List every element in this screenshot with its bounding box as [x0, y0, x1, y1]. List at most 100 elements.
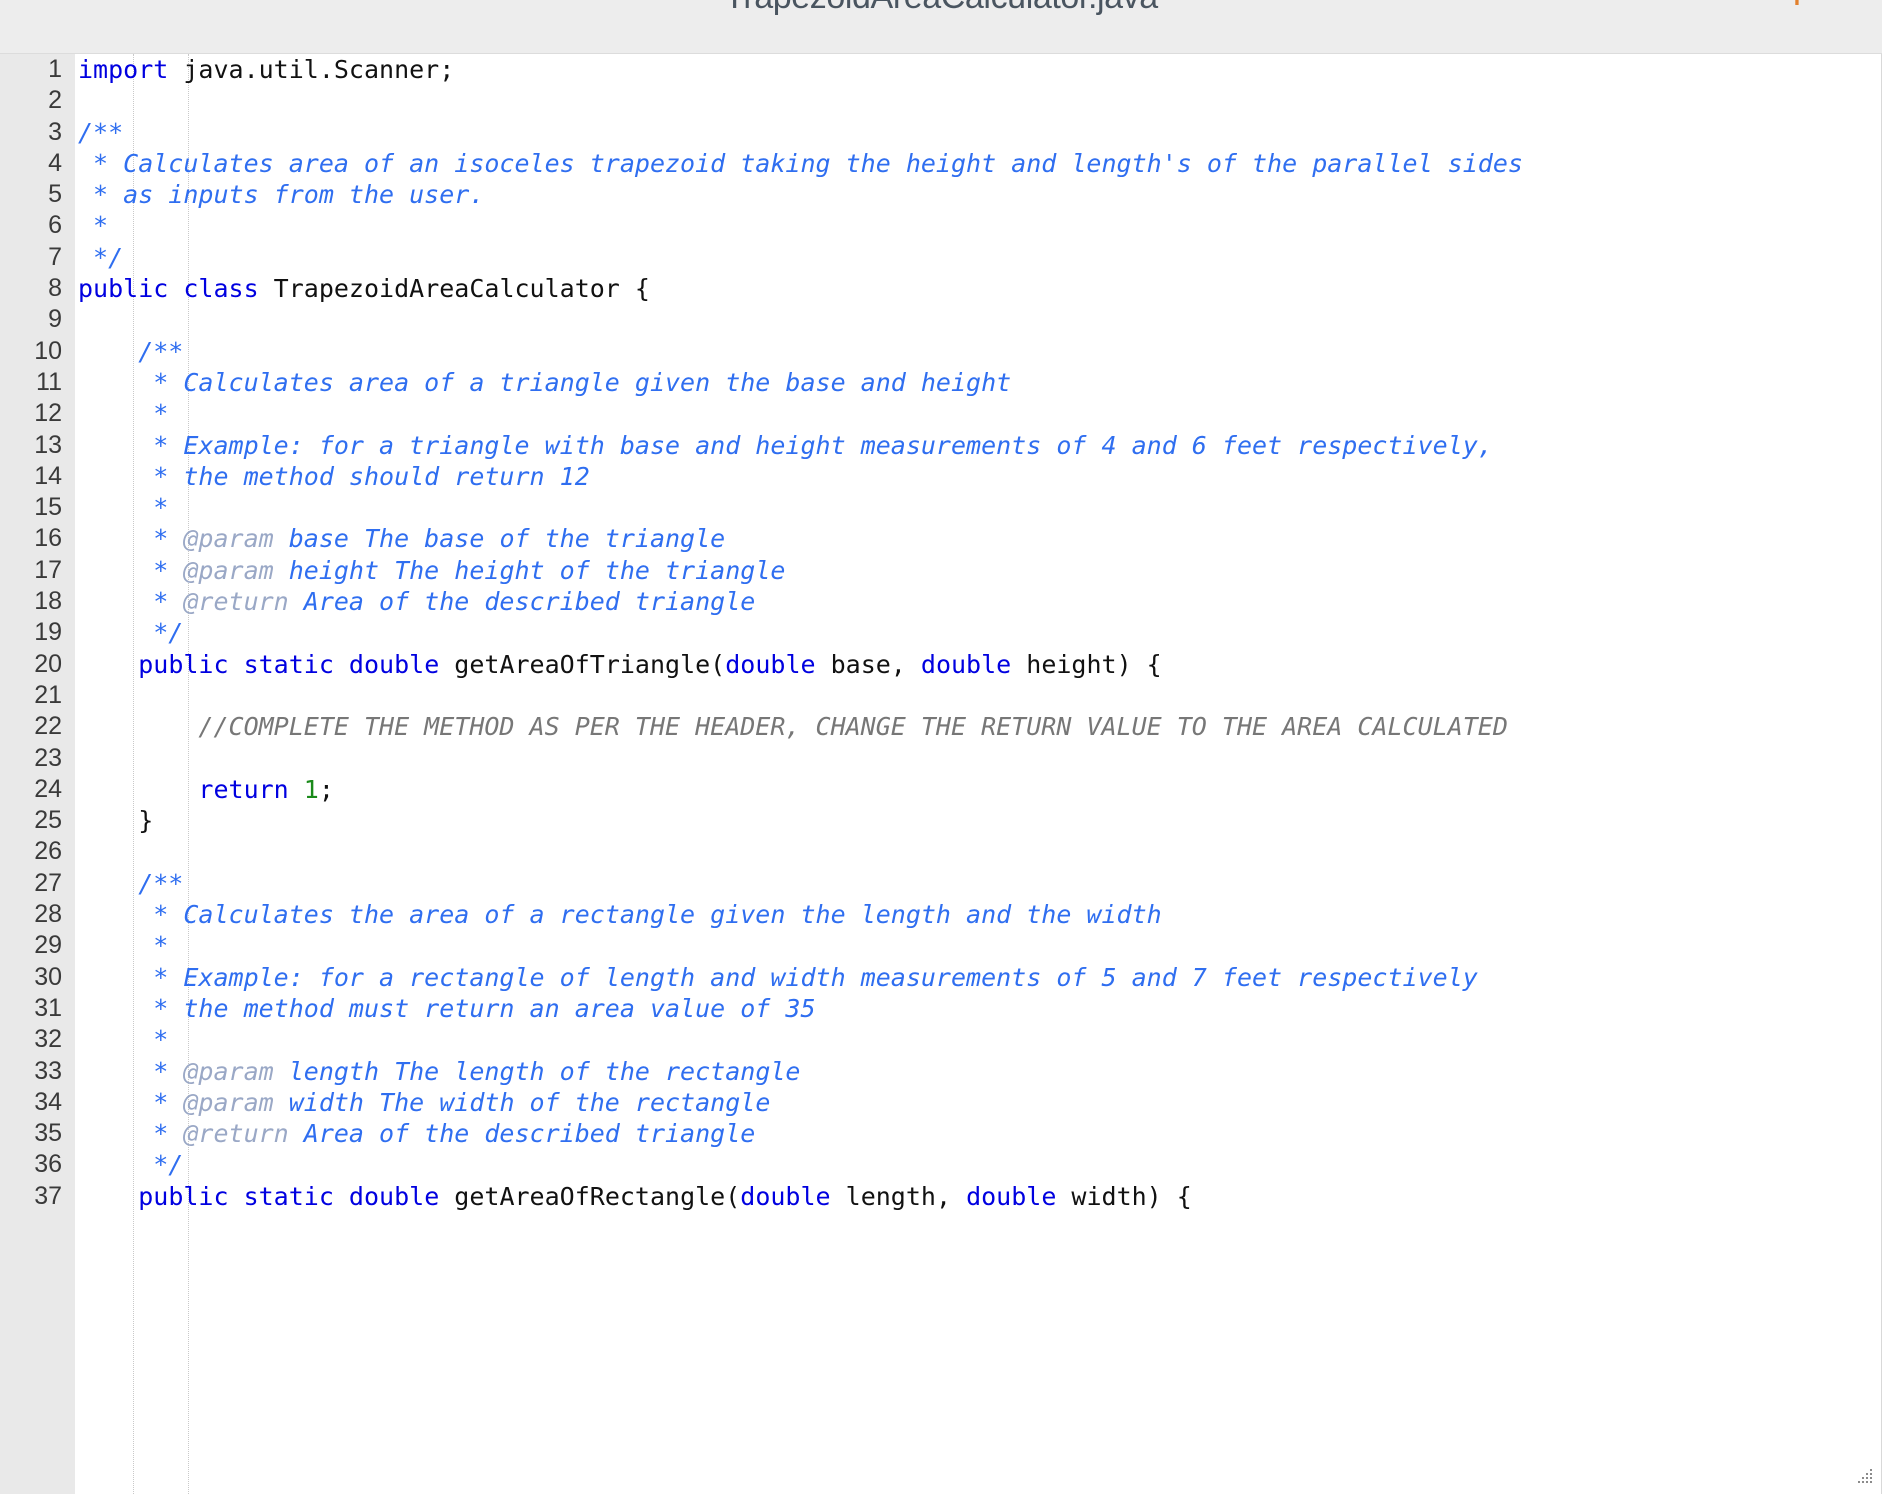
code-line[interactable]: 21 — [0, 680, 1881, 711]
code-line[interactable]: 19 */ — [0, 617, 1881, 648]
line-number: 13 — [34, 430, 62, 459]
code-line-text: * @return Area of the described triangle — [78, 1118, 755, 1149]
code-line[interactable]: 17 * @param height The height of the tri… — [0, 555, 1881, 586]
code-line[interactable]: 7 */ — [0, 242, 1881, 273]
resize-handle-icon[interactable] — [1853, 1466, 1875, 1488]
code-line[interactable]: 33 * @param length The length of the rec… — [0, 1056, 1881, 1087]
code-line[interactable]: 14 * the method should return 12 — [0, 461, 1881, 492]
code-line[interactable]: 25 } — [0, 805, 1881, 836]
code-line[interactable]: 15 * — [0, 492, 1881, 523]
code-line[interactable]: 13 * Example: for a triangle with base a… — [0, 430, 1881, 461]
code-line-text: /** — [78, 117, 123, 148]
line-number: 21 — [34, 680, 62, 709]
code-token-cmt: Area of the described triangle — [288, 1119, 756, 1149]
code-line[interactable]: 35 * @return Area of the described trian… — [0, 1118, 1881, 1149]
code-line[interactable]: 1 import java.util.Scanner; — [0, 54, 1881, 85]
code-line[interactable]: 31 * the method must return an area valu… — [0, 993, 1881, 1024]
load-default-template-button[interactable]: Load default template... — [1605, 0, 1868, 7]
code-token-tag: @param — [183, 1056, 274, 1086]
code-line[interactable]: 34 * @param width The width of the recta… — [0, 1087, 1881, 1118]
code-line[interactable]: 27 /** — [0, 868, 1881, 899]
code-line[interactable]: 36 */ — [0, 1149, 1881, 1180]
code-token-tag: @return — [183, 1119, 289, 1149]
line-number: 11 — [36, 367, 62, 396]
code-line-text: * as inputs from the user. — [78, 179, 484, 210]
line-number: 18 — [34, 587, 62, 616]
code-line[interactable]: 2 — [0, 85, 1881, 116]
code-token-cmt: * — [78, 1025, 169, 1055]
code-line-text: * @param height The height of the triang… — [78, 555, 785, 586]
code-token-cmt: * — [78, 211, 109, 241]
code-line[interactable]: 18 * @return Area of the described trian… — [0, 586, 1881, 617]
code-line-text: * @return Area of the described triangle — [78, 586, 755, 617]
code-line[interactable]: 4 * Calculates area of an isoceles trape… — [0, 148, 1881, 179]
code-token-cmt: * the method must return an area value o… — [78, 993, 816, 1023]
code-line-text: * — [78, 398, 168, 429]
line-number: 22 — [34, 712, 62, 741]
code-line[interactable]: 16 * @param base The base of the triangl… — [0, 523, 1881, 554]
code-line[interactable]: 10 /** — [0, 336, 1881, 367]
code-token-cmt: * — [78, 1056, 184, 1086]
code-line-text: * — [78, 492, 168, 523]
code-token-kw: public static double — [138, 1181, 440, 1211]
code-token-cmt: length The length of the rectangle — [273, 1056, 801, 1086]
code-token-cmt: * — [78, 931, 169, 961]
code-token-cmt: width The width of the rectangle — [273, 1087, 771, 1117]
code-token-plain: height) { — [1011, 649, 1162, 679]
code-token-cmt: * — [78, 1087, 184, 1117]
code-token-cmt: Area of the described triangle — [288, 587, 756, 617]
code-line[interactable]: 26 — [0, 836, 1881, 867]
code-lines-container[interactable]: 1 import java.util.Scanner; 2 3/** 4 * Calcu… — [0, 54, 1881, 1494]
code-line[interactable]: 32 * — [0, 1024, 1881, 1055]
line-number: 20 — [34, 649, 62, 678]
line-number: 16 — [34, 524, 62, 553]
line-number: 12 — [34, 399, 62, 428]
line-number: 27 — [34, 868, 62, 897]
line-number: 29 — [34, 931, 62, 960]
code-line-text: /** — [78, 336, 183, 367]
line-number: 25 — [34, 806, 62, 835]
code-line-text: */ — [78, 1149, 183, 1180]
code-line[interactable]: 9 — [0, 304, 1881, 335]
code-token-plain: getAreaOfRectangle( — [439, 1181, 741, 1211]
code-token-plain: java.util.Scanner; — [168, 55, 455, 84]
code-line[interactable]: 3 /** — [0, 117, 1881, 148]
code-token-tag: @param — [183, 555, 274, 585]
code-line-text: */ — [78, 242, 123, 273]
line-number: 17 — [34, 555, 62, 584]
code-token-cmt: * — [78, 587, 184, 617]
code-line[interactable]: 8 public class TrapezoidAreaCalculator { — [0, 273, 1881, 304]
code-token-plain: width) { — [1056, 1181, 1192, 1211]
code-token-cmt: * Example: for a triangle with base and … — [78, 430, 1493, 460]
line-number: 33 — [34, 1056, 62, 1085]
code-line[interactable]: 29 * — [0, 930, 1881, 961]
line-number: 28 — [34, 900, 62, 929]
code-line[interactable]: 5 * as inputs from the user. — [0, 179, 1881, 210]
code-line[interactable]: 23 — [0, 743, 1881, 774]
line-number: 2 — [48, 86, 62, 115]
code-line[interactable]: 20 public static double getAreaOfTriangl… — [0, 649, 1881, 680]
code-line-text: * Calculates area of an isoceles trapezo… — [78, 148, 1523, 179]
code-line[interactable]: 30 * Example: for a rectangle of length … — [0, 962, 1881, 993]
code-line[interactable]: 24 return 1; — [0, 774, 1881, 805]
code-line-text: * @param width The width of the rectangl… — [78, 1087, 770, 1118]
code-line-text: } — [78, 805, 153, 836]
code-token-cmt: * — [78, 399, 169, 429]
code-token-kw: import — [78, 55, 169, 84]
code-editor-pane[interactable]: 1 import java.util.Scanner; 2 3/** 4 * Calcu… — [0, 54, 1882, 1494]
code-line-text: * — [78, 210, 108, 241]
code-line-text: * — [78, 930, 168, 961]
code-line[interactable]: 22 //COMPLETE THE METHOD AS PER THE HEAD… — [0, 711, 1881, 742]
line-number: 31 — [34, 993, 62, 1022]
code-token-plain: } — [78, 806, 154, 836]
code-line[interactable]: 6 * — [0, 210, 1881, 241]
code-line[interactable]: 37 public static double getAreaOfRectang… — [0, 1181, 1881, 1212]
code-line[interactable]: 12 * — [0, 398, 1881, 429]
line-number: 37 — [34, 1181, 62, 1210]
code-token-cmt: */ — [78, 618, 184, 648]
code-token-plain: getAreaOfTriangle( — [439, 649, 726, 679]
code-line[interactable]: 11 * Calculates area of a triangle given… — [0, 367, 1881, 398]
code-line[interactable]: 28 * Calculates the area of a rectangle … — [0, 899, 1881, 930]
